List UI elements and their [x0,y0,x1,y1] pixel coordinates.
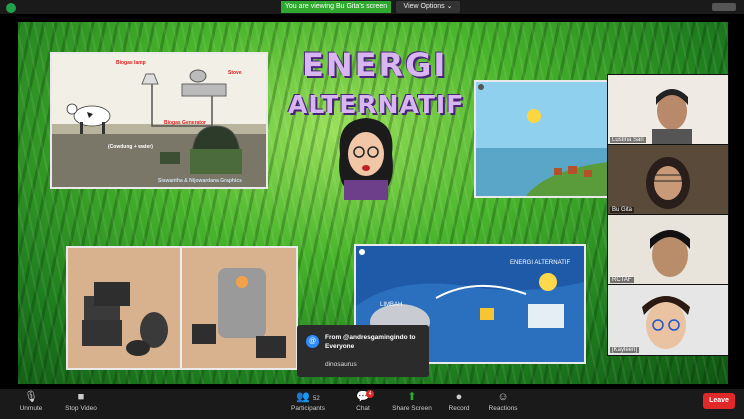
participant-tile-4[interactable]: [Kayleen] [607,284,729,356]
share-screen-icon: ⬆ [407,391,417,403]
view-options-button[interactable]: View Options ⌄ [396,1,460,13]
participant-video [608,145,728,215]
chat-message: dinosaurus [325,361,357,368]
stop-video-button[interactable]: ■ Stop Video [62,391,100,412]
participant-name: Lustina Sari [610,137,646,143]
chat-notification-popup[interactable]: @ From @andresgamingindo to Everyone din… [297,325,429,377]
record-label: Record [448,405,470,412]
participant-name: RCTAF [610,277,634,283]
cowdung-label: (Cowdung + water) [108,144,153,150]
video-camera-icon: ■ [77,391,85,403]
participant-tile-3[interactable]: RCTAF [607,214,729,286]
biogas-illustration: Biogas lamp Stove Biogas Generator (Cowd… [50,52,268,189]
chat-unread-badge: 4 [366,390,374,398]
landscape-graphic [476,82,608,196]
waste-label: LIMBAH [380,302,402,308]
credit-label: Siswantha & Nijowardana Graphics [158,178,242,184]
charcoal-briquette-images [66,246,298,370]
chat-sender: From @andresgamingindo to Everyone [325,334,416,350]
fullscreen-button[interactable] [712,3,736,11]
teacher-avatar-sticker [339,118,393,200]
security-shield-icon[interactable] [6,3,16,13]
energy-diagram-title: ENERGI ALTERNATIF [510,260,570,266]
viewing-screen-indicator: You are viewing Bu Gita's screen [281,1,391,13]
participants-button[interactable]: 👥 52 Participants [288,391,328,412]
unmute-button[interactable]: 🎙 Unmute [16,391,46,412]
chat-label: Chat [356,405,370,412]
stop-video-label: Stop Video [65,405,97,412]
participant-video [608,215,728,285]
solar-landscape-image [474,80,610,198]
meeting-toolbar: 🎙 Unmute ■ Stop Video 👥 52 Participants … [0,389,744,419]
stove-label: Stove [228,70,242,76]
participants-icon: 👥 52 [296,391,320,403]
reactions-icon: ☺ [497,391,509,403]
record-icon: ● [455,391,463,403]
chat-sender-avatar: @ [306,335,319,348]
leave-button[interactable]: Leave [703,393,735,409]
biogas-generator-label: Biogas Generator [164,120,206,126]
unmute-label: Unmute [19,405,43,412]
reactions-button[interactable]: ☺ Reactions [487,391,519,412]
reactions-label: Reactions [488,405,518,412]
biogas-lamp-label: Biogas lamp [116,60,146,66]
top-bar: You are viewing Bu Gita's screen View Op… [0,0,744,14]
participant-tile-1[interactable]: Lustina Sari [607,74,729,146]
share-screen-label: Share Screen [392,405,432,412]
participant-name: Bu Gita [610,207,635,213]
participants-count: 52 [313,396,320,402]
participants-label: Participants [291,405,325,412]
charcoal-graphic [82,248,286,368]
record-button[interactable]: ● Record [447,391,471,412]
participant-name: [Kayleen] [610,347,640,353]
participant-tile-2[interactable]: Bu Gita [607,144,729,216]
participant-video [608,285,728,355]
microphone-muted-icon: 🎙 [24,391,38,403]
participant-video [608,75,728,145]
share-screen-button[interactable]: ⬆ Share Screen [392,391,432,412]
slide-title-energi: ENERGI [302,46,448,84]
